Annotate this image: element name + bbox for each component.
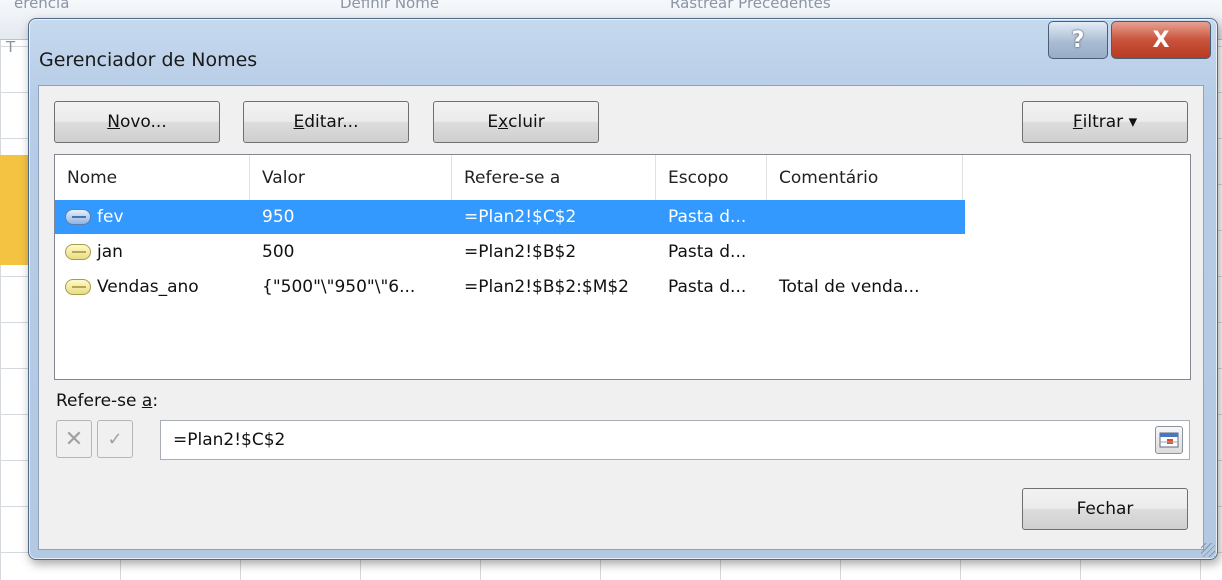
column-header-escopo[interactable]: Escopo xyxy=(656,155,767,201)
column-header-filler xyxy=(963,155,1190,201)
row-value: {"500"\"950"\"6... xyxy=(262,277,416,297)
dialog-body: Novo... Editar... Ex cluir Filtrar ▾ Nome… xyxy=(38,85,1204,550)
row-refers-to: =Plan2!$B$2:$M$2 xyxy=(464,277,629,297)
row-name-cell: Vendas_ano xyxy=(55,277,250,297)
row-value: 500 xyxy=(262,242,295,262)
row-name: fev xyxy=(97,207,124,227)
column-header-nome[interactable]: Nome xyxy=(55,155,250,201)
refers-to-label-suffix: : xyxy=(152,391,159,411)
delete-label-mnemonic: x xyxy=(498,112,509,132)
row-refers-to: =Plan2!$C$2 xyxy=(464,207,577,227)
new-label-suffix: ovo... xyxy=(119,112,167,132)
name-manager-dialog: Gerenciador de Nomes ? X Novo... Editar.… xyxy=(28,18,1218,560)
refers-to-label-prefix: Refere-se xyxy=(56,391,142,411)
filter-label-suffix: iltrar ▾ xyxy=(1082,112,1138,132)
row-scope: Pasta d... xyxy=(668,207,747,227)
confirm-edit-button[interactable]: ✓ xyxy=(97,420,133,458)
refers-to-label-mnemonic: a xyxy=(141,391,153,411)
collapse-dialog-button[interactable] xyxy=(1155,426,1183,454)
close-icon: X xyxy=(1152,27,1170,53)
check-icon: ✓ xyxy=(107,428,123,450)
delete-label-suffix: cluir xyxy=(508,112,545,132)
resize-grip[interactable] xyxy=(1201,543,1215,557)
list-header: Nome Valor Refere-se a Escopo Comentário xyxy=(55,155,1190,201)
table-row[interactable]: fev 950 =Plan2!$C$2 Pasta d... xyxy=(55,200,965,234)
cancel-edit-button[interactable]: ✕ xyxy=(56,420,92,458)
edit-button[interactable]: Editar... xyxy=(243,101,409,143)
table-row[interactable]: Vendas_ano {"500"\"950"\"6... =Plan2!$B$… xyxy=(55,270,965,304)
row-name: Vendas_ano xyxy=(97,277,199,297)
refers-to-label: Refere-se a: xyxy=(56,391,158,411)
row-refers-to: =Plan2!$B$2 xyxy=(464,242,577,262)
row-name-cell: jan xyxy=(55,242,250,262)
name-tag-icon xyxy=(65,244,91,260)
help-button[interactable]: ? xyxy=(1048,21,1108,59)
delete-label-prefix: E xyxy=(487,112,499,132)
filter-button[interactable]: Filtrar ▾ xyxy=(1022,101,1188,143)
refers-to-input[interactable]: =Plan2!$C$2 xyxy=(160,420,1190,460)
dialog-title: Gerenciador de Nomes xyxy=(39,49,258,71)
delete-button[interactable]: Ex cluir xyxy=(433,101,599,143)
row-comment: Total de venda... xyxy=(779,277,920,297)
cancel-icon: ✕ xyxy=(64,426,84,452)
ribbon-trace-precedents: Rastrear Precedentes xyxy=(670,0,831,12)
close-window-button[interactable]: X xyxy=(1111,21,1211,59)
names-list[interactable]: Nome Valor Refere-se a Escopo Comentário… xyxy=(54,154,1191,380)
name-tag-icon xyxy=(65,209,91,225)
ribbon-define-name: Definir Nome xyxy=(340,0,440,12)
help-icon: ? xyxy=(1071,27,1085,53)
edit-label-suffix: ditar... xyxy=(304,112,359,132)
new-button[interactable]: Novo... xyxy=(54,101,220,143)
row-name: jan xyxy=(97,242,123,262)
row-value: 950 xyxy=(262,207,295,227)
column-header-comentario[interactable]: Comentário xyxy=(767,155,963,201)
row-scope: Pasta d... xyxy=(668,277,747,297)
new-label-mnemonic: N xyxy=(107,112,120,132)
close-button[interactable]: Fechar xyxy=(1022,488,1188,530)
column-header-refere[interactable]: Refere-se a xyxy=(452,155,656,201)
name-tag-icon xyxy=(65,279,91,295)
table-row[interactable]: jan 500 =Plan2!$B$2 Pasta d... xyxy=(55,235,965,269)
refers-to-value: =Plan2!$C$2 xyxy=(173,430,286,450)
row-scope: Pasta d... xyxy=(668,242,747,262)
filter-label-mnemonic: F xyxy=(1072,112,1083,132)
edit-label-mnemonic: E xyxy=(293,112,305,132)
row-name-cell: fev xyxy=(55,207,250,227)
ribbon-text: erencia xyxy=(14,0,70,12)
range-select-icon xyxy=(1159,432,1179,448)
column-header-valor[interactable]: Valor xyxy=(250,155,452,201)
ribbon-text-t: T xyxy=(6,38,16,56)
